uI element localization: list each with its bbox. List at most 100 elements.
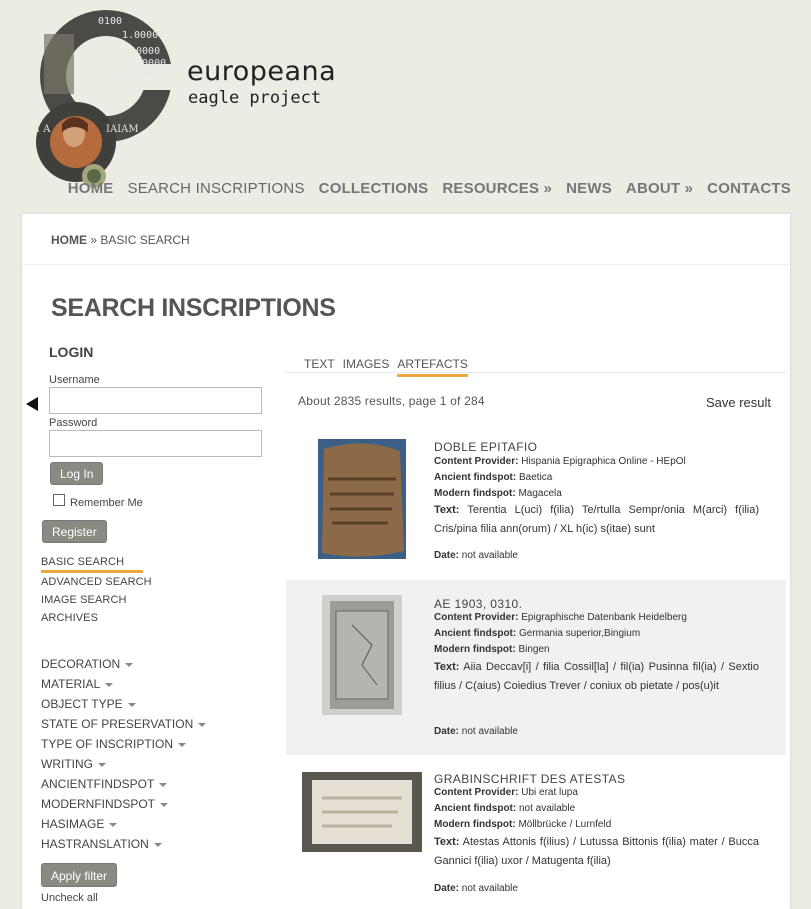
breadcrumb-home[interactable]: HOME [51,233,87,247]
result-count: About 2835 results, page 1 of 284 [298,394,485,408]
content-provider-value: Epigraphische Datenbank Heidelberg [521,612,687,623]
caret-down-icon [125,662,134,667]
result-thumbnail[interactable] [302,772,422,852]
nav-resources[interactable]: RESOURCES » [442,180,552,197]
link-basic-search[interactable]: BASIC SEARCH [41,556,143,573]
username-label: Username [49,374,100,386]
content-provider-value: Ubi erat lupa [521,787,578,798]
facet-decoration[interactable]: DECORATION [41,654,206,674]
facet-object-type[interactable]: OBJECT TYPE [41,694,206,714]
result-title[interactable]: AE 1903, 0310. [434,597,522,611]
content-provider-value: Hispania Epigraphica Online - HEpOl [521,456,686,467]
facet-hasimage[interactable]: HASIMAGE [41,814,206,834]
link-image-search[interactable]: IMAGE SEARCH [41,594,152,612]
result-metadata: Content Provider: Hispania Epigraphica O… [434,454,759,502]
save-result-link[interactable]: Save result [706,395,771,410]
breadcrumb: HOME » BASIC SEARCH [51,233,190,247]
date-value: not available [461,883,518,894]
tab-artefacts[interactable]: ARTEFACTS [397,357,468,377]
modern-findspot-value: Möllbrücke / Lurnfeld [518,819,612,830]
modern-findspot-label: Modern findspot: [434,644,516,655]
password-input[interactable] [49,430,262,457]
ancient-findspot-value: not available [519,803,576,814]
result-date: Date: not available [434,883,518,894]
date-label: Date: [434,883,460,894]
facet-label: DECORATION [41,657,121,671]
tab-text[interactable]: TEXT [304,357,335,377]
brand-name: europeana [187,56,337,87]
europeana-logo[interactable]: 0100 1.0000 10000 1.0000 1.0000 I A IAIA… [18,4,188,190]
nav-home[interactable]: HOME [68,180,114,197]
uncheck-all-link[interactable]: Uncheck all [41,892,98,904]
username-input[interactable] [49,387,262,414]
svg-text:1.0000: 1.0000 [130,58,166,69]
svg-text:IAIAM: IAIAM [106,124,139,135]
facet-state-of-preservation[interactable]: STATE OF PRESERVATION [41,714,207,734]
caret-down-icon [160,802,168,807]
nav-collections[interactable]: COLLECTIONS [319,180,429,197]
nav-about[interactable]: ABOUT » [626,180,693,197]
facet-material[interactable]: MATERIAL [41,674,206,694]
result-thumbnail[interactable] [322,595,402,715]
caret-down-icon [105,682,114,687]
register-button[interactable]: Register [42,520,107,543]
tab-images[interactable]: IMAGES [343,357,390,377]
content-provider-label: Content Provider: [434,612,519,623]
svg-text:1.0000: 1.0000 [122,30,158,41]
brand-subtitle: eagle project [188,88,322,108]
svg-text:0100: 0100 [98,16,122,27]
content-provider-label: Content Provider: [434,456,519,467]
result-thumbnail[interactable] [318,439,406,559]
modern-findspot-value: Magacela [518,488,562,499]
link-archives[interactable]: ARCHIVES [41,612,152,630]
page-title: SEARCH INSCRIPTIONS [51,294,336,322]
content-provider-label: Content Provider: [434,787,519,798]
facet-type-of-inscription[interactable]: TYPE OF INSCRIPTION [41,734,206,754]
text-value: Aiia Deccav[i] / filia Cossil[la] / fil(… [434,661,759,692]
tabs-divider [286,372,786,373]
result-item: GRABINSCHRIFT DES ATESTAS Content Provid… [286,755,786,909]
facet-label: WRITING [41,757,93,771]
caret-down-icon [153,842,162,847]
caret-down-icon [109,822,118,827]
text-label: Text: [434,504,460,516]
facet-label: OBJECT TYPE [41,697,123,711]
text-value: Terentia L(uci) f(ilia) Te/rtulla Sempr/… [434,504,760,535]
nav-news[interactable]: NEWS [566,180,612,197]
result-item: AE 1903, 0310. Content Provider: Epigrap… [286,580,786,755]
nav-contacts[interactable]: CONTACTS [707,180,791,197]
site-header: 0100 1.0000 10000 1.0000 1.0000 I A IAIA… [0,0,811,212]
login-title: LOGIN [49,344,94,360]
nav-search-inscriptions[interactable]: SEARCH INSCRIPTIONS [128,180,305,197]
facet-modernfindspot[interactable]: MODERNFINDSPOT [41,794,206,814]
search-type-links: BASIC SEARCH ADVANCED SEARCH IMAGE SEARC… [41,556,152,630]
ancient-findspot-label: Ancient findspot: [434,472,517,483]
result-metadata: Content Provider: Epigraphische Datenban… [434,610,759,658]
result-text: Text: Terentia L(uci) f(ilia) Te/rtulla … [434,501,759,539]
caret-down-icon [178,742,187,747]
login-button[interactable]: Log In [50,462,104,485]
apply-filter-button[interactable]: Apply filter [41,863,118,887]
facet-ancientfindspot[interactable]: ANCIENTFINDSPOT [41,774,206,794]
result-title[interactable]: GRABINSCHRIFT DES ATESTAS [434,772,625,786]
modern-findspot-label: Modern findspot: [434,819,516,830]
result-title[interactable]: DOBLE EPITAFIO [434,440,537,454]
svg-text:10000: 10000 [130,46,160,57]
text-label: Text: [434,661,460,673]
facet-writing[interactable]: WRITING [41,754,206,774]
facet-hastranslation[interactable]: HASTRANSLATION [41,834,206,854]
text-value: Atestas Attonis f(ilius) / Lutussa Bitto… [434,836,759,867]
caret-down-icon [98,762,106,767]
remember-me-checkbox[interactable] [53,494,65,506]
ancient-findspot-value: Baetica [519,472,553,483]
date-label: Date: [434,726,460,737]
date-value: not available [461,726,518,737]
result-tabs: TEXT IMAGES ARTEFACTS [304,357,468,377]
pointer-arrow-icon [26,397,38,411]
facet-label: ANCIENTFINDSPOT [41,777,155,791]
link-advanced-search[interactable]: ADVANCED SEARCH [41,576,152,594]
result-text: Text: Aiia Deccav[i] / filia Cossil[la] … [434,658,759,696]
main-navigation: HOME SEARCH INSCRIPTIONS COLLECTIONS RES… [54,180,791,197]
modern-findspot-label: Modern findspot: [434,488,516,499]
caret-down-icon [127,702,136,707]
